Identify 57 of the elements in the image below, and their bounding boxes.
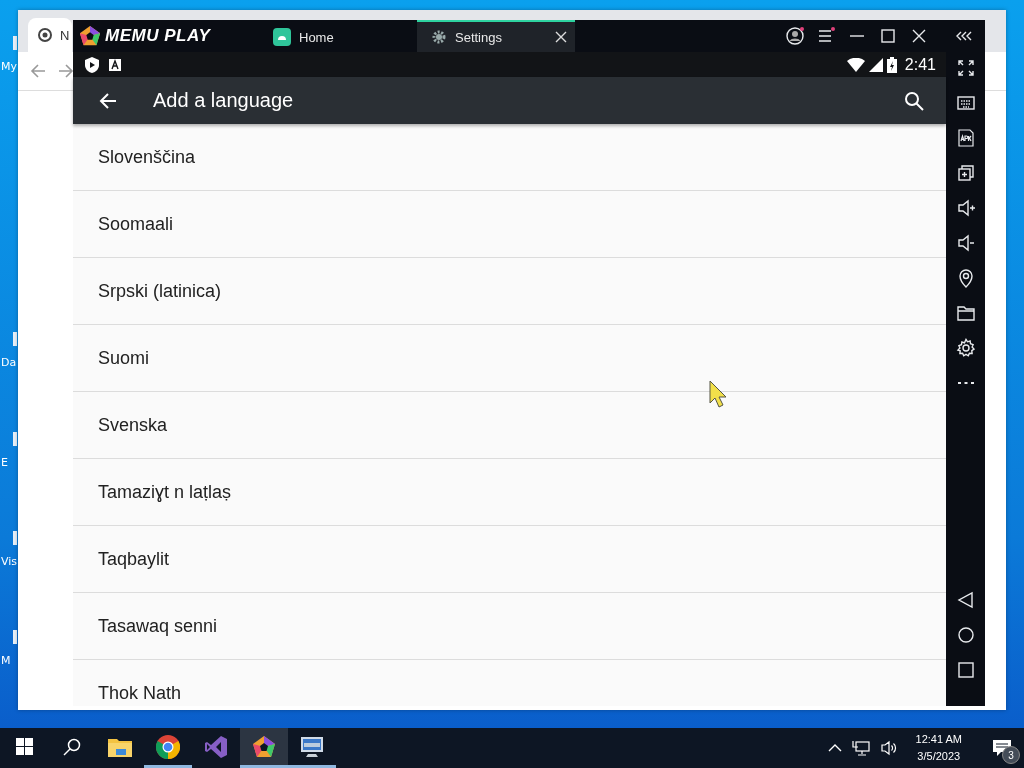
app-logo-text: MEMU PLAY bbox=[105, 26, 211, 46]
network-icon[interactable] bbox=[851, 740, 870, 756]
volume-down-icon[interactable] bbox=[955, 233, 976, 253]
apk-install-icon[interactable] bbox=[955, 128, 976, 148]
maximize-icon[interactable] bbox=[878, 26, 898, 46]
settings-icon[interactable] bbox=[955, 338, 976, 358]
language-item[interactable]: Srpski (latinica) bbox=[73, 258, 946, 325]
desktop-icon-label: E bbox=[1, 456, 8, 469]
search-icon[interactable] bbox=[904, 90, 924, 111]
home-circle-icon[interactable] bbox=[955, 625, 976, 645]
notification-count: 3 bbox=[1002, 746, 1020, 764]
folder-icon bbox=[108, 736, 132, 757]
browser-tab[interactable]: N bbox=[28, 18, 72, 52]
gear-icon bbox=[431, 29, 447, 45]
language-item[interactable]: Taqbaylit bbox=[73, 526, 946, 593]
language-item[interactable]: Thok Nath bbox=[73, 660, 946, 706]
language-item[interactable]: Tamaziɣt n laṭlaṣ bbox=[73, 459, 946, 526]
speaker-icon[interactable] bbox=[879, 740, 898, 756]
pentagon-logo-icon bbox=[252, 734, 276, 759]
chevron-up-icon[interactable] bbox=[827, 743, 842, 753]
language-item[interactable]: Tasawaq senni bbox=[73, 593, 946, 660]
clock[interactable]: 12:41 AM 3/5/2023 bbox=[915, 731, 962, 765]
forward-arrow-icon[interactable] bbox=[58, 63, 74, 79]
desktop-icon-label: M bbox=[1, 654, 11, 667]
signal-icon bbox=[868, 57, 883, 72]
desktop-icon-label: Vis bbox=[1, 555, 18, 568]
volume-up-icon[interactable] bbox=[955, 198, 976, 218]
keyboard-icon[interactable] bbox=[955, 93, 976, 113]
monitor-icon bbox=[299, 734, 325, 759]
desktop-icon-label: Da bbox=[1, 356, 17, 369]
search-icon bbox=[63, 737, 81, 756]
windows-icon bbox=[15, 738, 33, 755]
close-icon[interactable] bbox=[555, 31, 567, 43]
language-item[interactable]: Suomi bbox=[73, 325, 946, 392]
window-tab[interactable]: Settings bbox=[417, 20, 575, 52]
recents-square-icon[interactable] bbox=[955, 660, 976, 680]
notification-button[interactable]: 3 bbox=[980, 728, 1024, 768]
screen-title: Add a language bbox=[153, 89, 294, 112]
taskbar-app[interactable] bbox=[240, 728, 288, 768]
wifi-icon bbox=[846, 57, 865, 72]
window-tab[interactable]: Home bbox=[259, 20, 417, 52]
desktop-icon-label: My bbox=[1, 60, 17, 73]
android-icon bbox=[273, 28, 291, 46]
font-icon bbox=[109, 58, 121, 71]
status-time: 2:41 bbox=[904, 55, 936, 74]
pentagon-logo-icon bbox=[79, 25, 101, 47]
account-icon[interactable] bbox=[785, 26, 805, 46]
visual-studio-icon bbox=[204, 734, 228, 759]
back-triangle-icon[interactable] bbox=[955, 590, 976, 610]
shield-icon bbox=[85, 56, 99, 73]
language-item[interactable]: Slovenščina bbox=[73, 124, 946, 191]
fullscreen-icon[interactable] bbox=[955, 58, 976, 78]
multi-window-icon[interactable] bbox=[955, 163, 976, 183]
language-item[interactable]: Soomaali bbox=[73, 191, 946, 258]
battery-icon bbox=[886, 56, 897, 73]
folder-icon[interactable] bbox=[955, 303, 976, 323]
cursor-icon bbox=[709, 380, 729, 408]
